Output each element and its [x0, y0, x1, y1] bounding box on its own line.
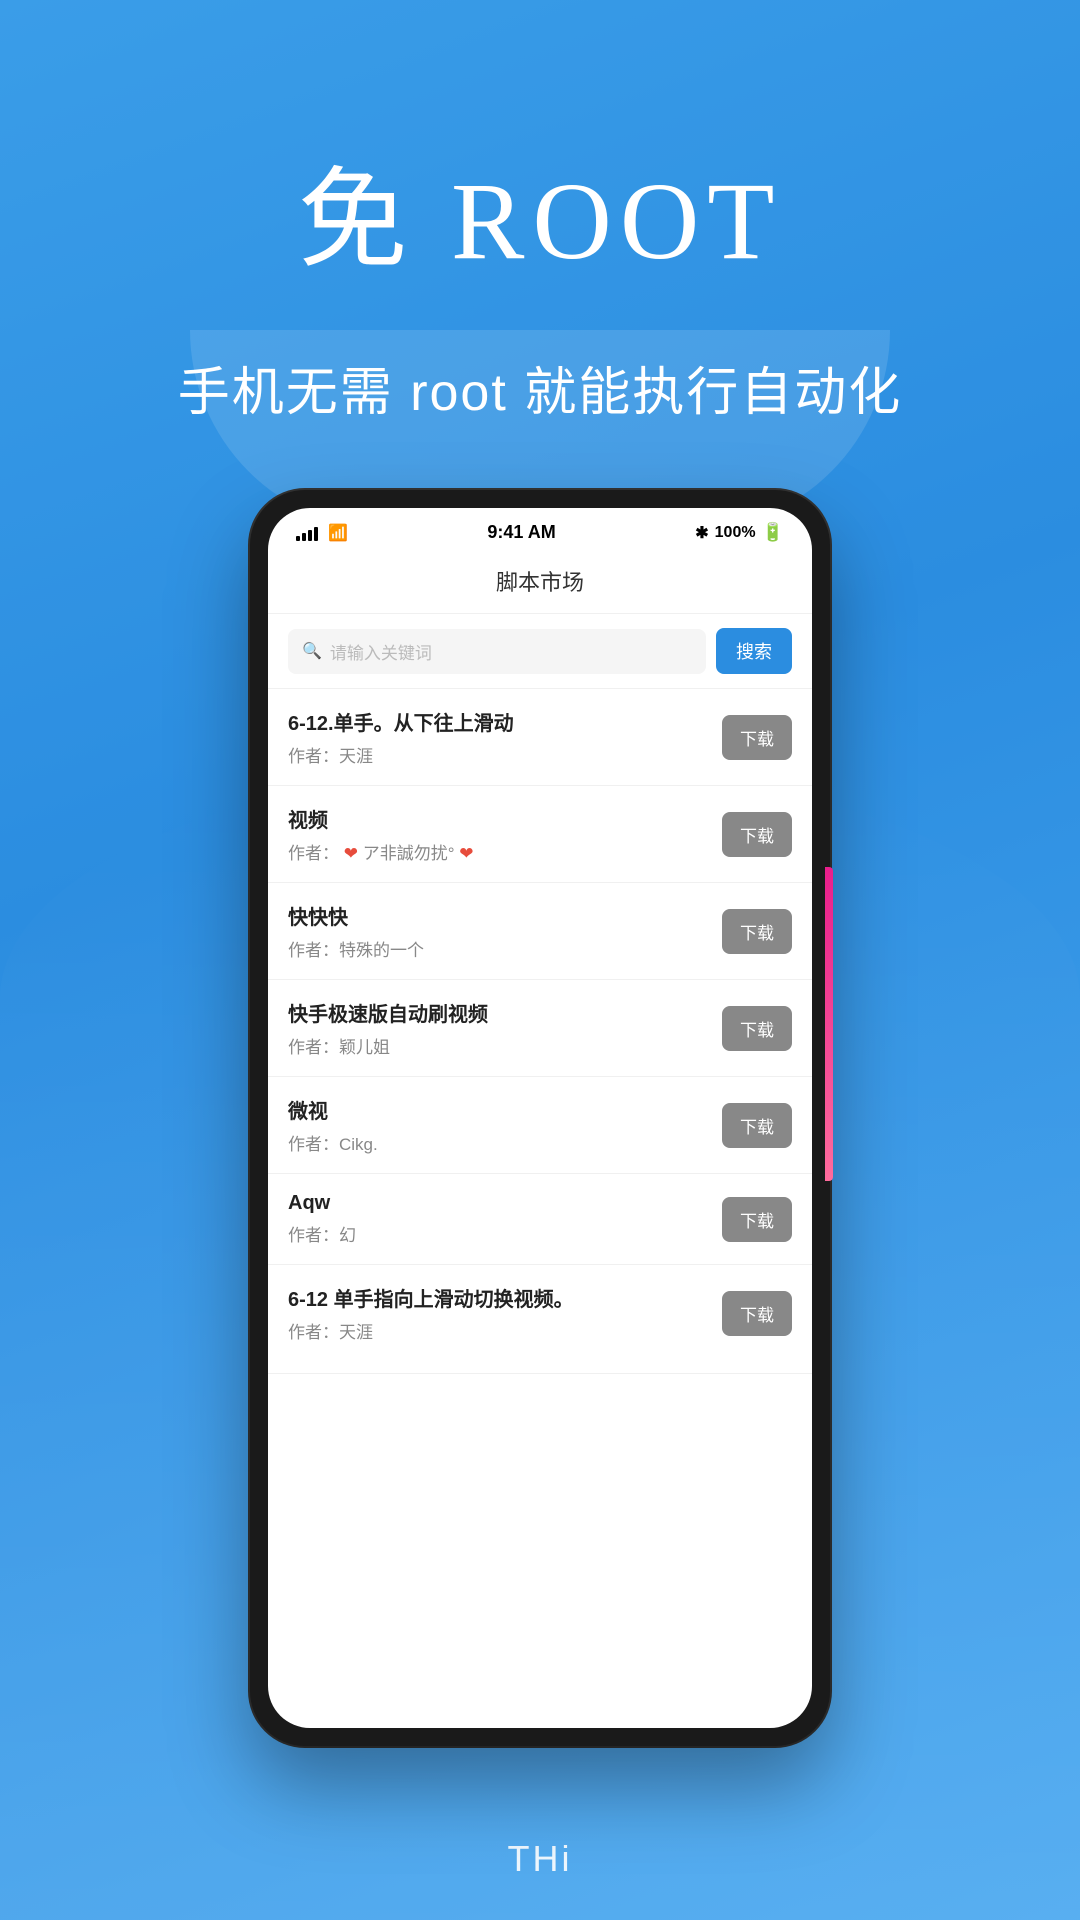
signal-bars — [296, 525, 318, 541]
list-item: Aqw 作者：幻 下载 — [268, 1174, 812, 1265]
search-button[interactable]: 搜索 — [716, 628, 792, 674]
battery-percentage: 100% — [715, 524, 756, 542]
script-info: Aqw 作者：幻 — [288, 1192, 722, 1246]
bluetooth-icon: ✱ — [695, 523, 708, 543]
download-button[interactable]: 下载 — [722, 812, 792, 857]
download-button[interactable]: 下载 — [722, 1291, 792, 1336]
phone-frame: 📶 9:41 AM ✱ 100% 🔋 脚本市场 🔍 请输入关键词 搜 — [250, 490, 830, 1746]
script-name: 6-12 单手指向上滑动切换视频。 — [288, 1283, 722, 1312]
app-header: 脚本市场 — [268, 551, 812, 614]
script-author: 作者：幻 — [288, 1221, 722, 1246]
script-name: 视频 — [288, 804, 722, 833]
download-button[interactable]: 下载 — [722, 1197, 792, 1242]
script-name: 快快快 — [288, 901, 722, 930]
list-item: 微视 作者：Cikg. 下载 — [268, 1077, 812, 1174]
status-time: 9:41 AM — [487, 522, 555, 543]
app-title: 脚本市场 — [496, 570, 584, 595]
phone-accent — [825, 867, 833, 1181]
script-author: 作者：颖儿姐 — [288, 1033, 722, 1058]
script-name: 快手极速版自动刷视频 — [288, 998, 722, 1027]
author-name: ︎ア非誠勿扰° — [363, 844, 455, 863]
status-right: ✱ 100% 🔋 — [695, 522, 784, 543]
script-info: 视频 作者： ❤ ︎ア非誠勿扰° ❤ — [288, 804, 722, 864]
script-info: 6-12 单手指向上滑动切换视频。 作者：天涯 — [288, 1283, 722, 1343]
wifi-icon: 📶 — [328, 523, 348, 543]
phone-container: 📶 9:41 AM ✱ 100% 🔋 脚本市场 🔍 请输入关键词 搜 — [250, 490, 830, 1746]
list-item: 快手极速版自动刷视频 作者：颖儿姐 下载 — [268, 980, 812, 1077]
script-info: 微视 作者：Cikg. — [288, 1095, 722, 1155]
battery-icon: 🔋 — [762, 522, 784, 543]
hero-subtitle: 手机无需 root 就能执行自动化 — [0, 350, 1080, 425]
signal-bar-2 — [302, 533, 306, 541]
hero-section: 免 ROOT 手机无需 root 就能执行自动化 — [0, 0, 1080, 425]
script-list: 6-12.单手。从下往上滑动 作者：天涯 下载 视频 作者： ❤ ︎ア非誠勿扰°… — [268, 689, 812, 1374]
download-button[interactable]: 下载 — [722, 909, 792, 954]
signal-bar-1 — [296, 536, 300, 541]
list-item: 快快快 作者：特殊的一个 下载 — [268, 883, 812, 980]
script-author: 作者：天涯 — [288, 742, 722, 767]
script-author: 作者：Cikg. — [288, 1130, 722, 1155]
phone-screen: 📶 9:41 AM ✱ 100% 🔋 脚本市场 🔍 请输入关键词 搜 — [268, 508, 812, 1728]
search-input-wrapper[interactable]: 🔍 请输入关键词 — [288, 629, 706, 674]
list-item: 视频 作者： ❤ ︎ア非誠勿扰° ❤ 下载 — [268, 786, 812, 883]
download-button[interactable]: 下载 — [722, 1006, 792, 1051]
search-icon: 🔍 — [302, 641, 322, 661]
author-emoji: ❤ — [344, 844, 358, 863]
status-bar: 📶 9:41 AM ✱ 100% 🔋 — [268, 508, 812, 551]
script-author: 作者：特殊的一个 — [288, 936, 722, 961]
script-name: 微视 — [288, 1095, 722, 1124]
script-info: 6-12.单手。从下往上滑动 作者：天涯 — [288, 707, 722, 767]
signal-bar-3 — [308, 530, 312, 541]
list-item: 6-12 单手指向上滑动切换视频。 作者：天涯 下载 — [268, 1265, 812, 1374]
bottom-label: THi — [0, 1838, 1080, 1880]
list-item: 6-12.单手。从下往上滑动 作者：天涯 下载 — [268, 689, 812, 786]
script-author: 作者： ❤ ︎ア非誠勿扰° ❤ — [288, 839, 722, 864]
script-name: 6-12.单手。从下往上滑动 — [288, 707, 722, 736]
signal-bar-4 — [314, 527, 318, 541]
script-info: 快手极速版自动刷视频 作者：颖儿姐 — [288, 998, 722, 1058]
hero-title: 免 ROOT — [0, 130, 1080, 290]
script-name: Aqw — [288, 1192, 722, 1215]
download-button[interactable]: 下载 — [722, 1103, 792, 1148]
search-placeholder: 请输入关键词 — [330, 639, 432, 664]
download-button[interactable]: 下载 — [722, 715, 792, 760]
script-info: 快快快 作者：特殊的一个 — [288, 901, 722, 961]
script-author: 作者：天涯 — [288, 1318, 722, 1343]
author-prefix: 作者： — [288, 844, 339, 863]
search-bar: 🔍 请输入关键词 搜索 — [268, 614, 812, 689]
author-emoji-2: ❤ — [459, 844, 473, 863]
status-left: 📶 — [296, 523, 348, 543]
